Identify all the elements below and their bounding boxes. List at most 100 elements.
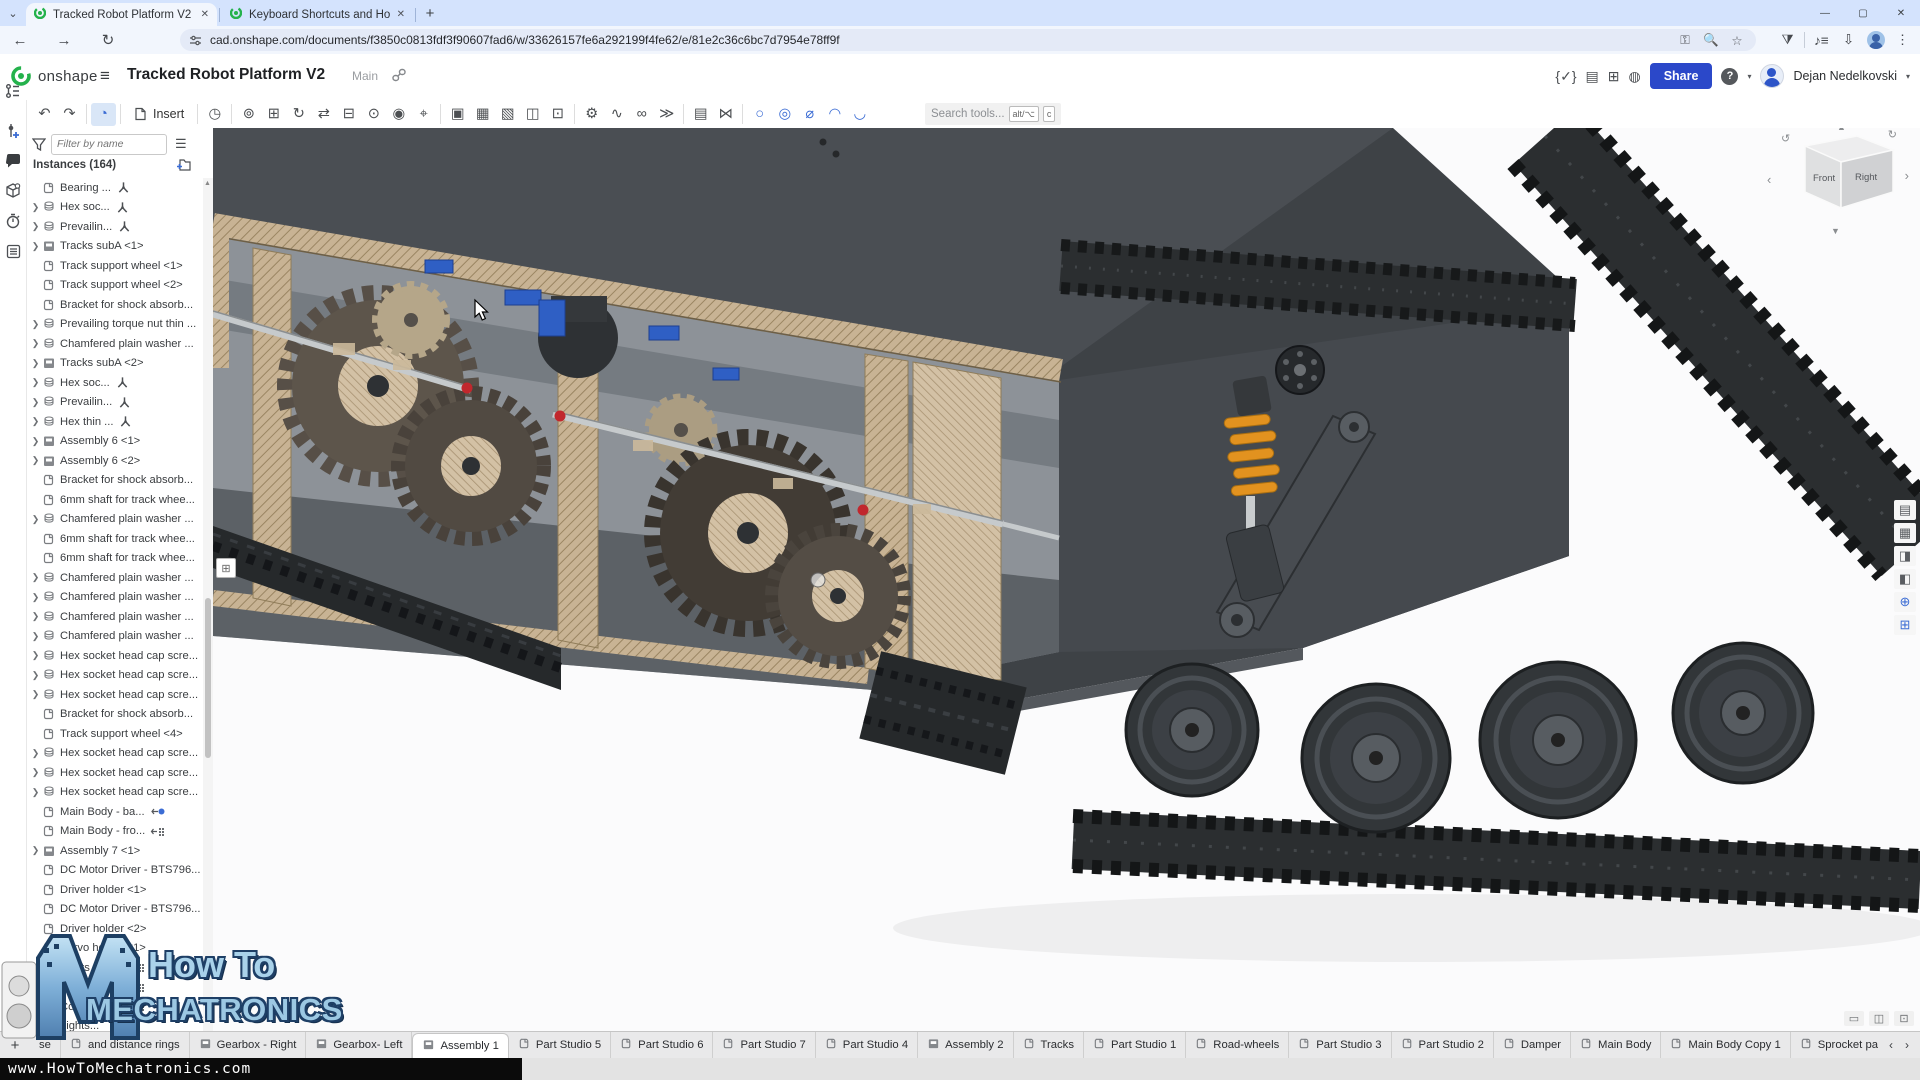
mirror-icon[interactable]: ▧ xyxy=(495,103,520,126)
extensions-icon[interactable]: ⧩ xyxy=(1774,28,1801,52)
instance-row[interactable]: ❯Hex socket head cap scre... xyxy=(27,646,203,666)
measure-icon[interactable]: ⌀ xyxy=(797,103,822,126)
pattern-icon[interactable]: ▦ xyxy=(470,103,495,126)
floating-tool-button[interactable]: ⊞ xyxy=(216,558,236,578)
tab-close-icon[interactable]: ✕ xyxy=(201,9,209,20)
expand-chevron-icon[interactable]: ❯ xyxy=(30,767,41,778)
element-tab[interactable]: Part Studio 7 xyxy=(713,1032,815,1058)
list-view-icon[interactable]: ☰ xyxy=(175,136,187,152)
rotate-view-tool-icon[interactable]: ◔ xyxy=(91,103,116,126)
element-tab[interactable]: Part Studio 1 xyxy=(1084,1032,1186,1058)
element-tab[interactable]: Tracks xyxy=(1014,1032,1084,1058)
element-tab[interactable]: Assembly 2 xyxy=(918,1032,1013,1058)
instance-row[interactable]: ❯Tracks subA <1> xyxy=(27,237,203,257)
help-caret-icon[interactable]: ▾ xyxy=(1747,72,1751,81)
element-tab[interactable]: Assembly 1 xyxy=(412,1033,508,1058)
instance-row[interactable]: 6mm shaft for track whee... xyxy=(27,529,203,549)
element-tab[interactable]: Sprocket parts xyxy=(1791,1032,1878,1058)
display-states-icon[interactable]: ◫ xyxy=(520,103,545,126)
back-button[interactable]: ← xyxy=(8,28,32,52)
instance-row[interactable]: ❯Chamfered plain washer ... xyxy=(27,627,203,647)
zoom-page-icon[interactable]: 🔍 xyxy=(1698,33,1724,48)
expand-chevron-icon[interactable]: ❯ xyxy=(30,689,41,700)
instance-row[interactable]: Main Body - ba... xyxy=(27,802,203,822)
notes-icon[interactable]: ▤ xyxy=(1586,68,1599,85)
instance-row[interactable]: ❯Hex socket head cap scre... xyxy=(27,685,203,705)
element-tab[interactable]: Part Studio 5 xyxy=(509,1032,611,1058)
filter-input[interactable] xyxy=(51,134,167,155)
revolute-mate-icon[interactable]: ↻ xyxy=(286,103,311,126)
instance-row[interactable]: Bracket for shock absorb... xyxy=(27,295,203,315)
instance-row[interactable]: ❯Prevailin... xyxy=(27,217,203,237)
expand-chevron-icon[interactable]: ❯ xyxy=(30,202,41,213)
element-tab[interactable]: se xyxy=(30,1032,61,1058)
mate-icon[interactable]: ⊚ xyxy=(236,103,261,126)
instance-row[interactable]: Bracket for shock absorb... xyxy=(27,471,203,491)
element-tab[interactable]: Gearbox - Right xyxy=(190,1032,307,1058)
gear-relation-icon[interactable]: ⚙ xyxy=(579,103,604,126)
browser-menu-icon[interactable]: ⋮ xyxy=(1889,28,1916,52)
featurescript-icon[interactable]: {✓} xyxy=(1555,68,1576,85)
parts-cube-icon[interactable] xyxy=(0,176,26,206)
exploded-view-icon[interactable]: ◎ xyxy=(772,103,797,126)
screw-relation-icon[interactable]: ∿ xyxy=(604,103,629,126)
assembly-tree-icon[interactable] xyxy=(0,76,26,106)
url-text[interactable]: cad.onshape.com/documents/f3850c0813fdf3… xyxy=(210,33,1672,47)
instances-panel-icon[interactable]: ▤ xyxy=(1894,500,1916,520)
instance-row[interactable]: DC Motor Driver - BTS796... xyxy=(27,861,203,881)
roll-ccw-icon[interactable]: ↺ xyxy=(1781,132,1790,145)
slider-mate-icon[interactable]: ⇄ xyxy=(311,103,336,126)
expand-chevron-icon[interactable]: ❯ xyxy=(30,748,41,759)
insert-instance-icon[interactable] xyxy=(176,158,191,176)
rotate-left-arrow-icon[interactable]: ‹ xyxy=(1767,172,1771,187)
instance-row[interactable]: ❯Assembly 6 <1> xyxy=(27,432,203,452)
instance-row[interactable]: ❯Chamfered plain washer ... xyxy=(27,607,203,627)
configurations-icon[interactable]: ◡ xyxy=(847,103,872,126)
bookmark-star-icon[interactable]: ☆ xyxy=(1724,33,1750,48)
panel-scrollbar[interactable]: ▲ xyxy=(203,178,213,1032)
insert-button[interactable]: Insert xyxy=(125,103,193,126)
tabs-next-icon[interactable]: › xyxy=(1900,1038,1914,1052)
expand-chevron-icon[interactable]: ❯ xyxy=(30,514,41,525)
browser-tab[interactable]: Tracked Robot Platform V2 | As✕ xyxy=(26,3,217,26)
share-link-icon[interactable] xyxy=(392,68,406,87)
instance-row[interactable]: ❯Prevailing torque nut thin ... xyxy=(27,315,203,335)
instance-row[interactable]: DC Motor Driver - BTS796... xyxy=(27,900,203,920)
user-caret-icon[interactable]: ▾ xyxy=(1906,72,1910,81)
fastened-mate-icon[interactable]: ⊞ xyxy=(261,103,286,126)
element-tab[interactable]: Part Studio 2 xyxy=(1392,1032,1494,1058)
document-menu-icon[interactable]: ≡ xyxy=(100,66,110,86)
bom-list-icon[interactable] xyxy=(0,236,26,266)
expand-chevron-icon[interactable]: ❯ xyxy=(30,221,41,232)
instance-row[interactable]: Driver holder <2> xyxy=(27,919,203,939)
app-store-icon[interactable]: ⊞ xyxy=(1608,68,1620,85)
password-key-icon[interactable]: ⚿ xyxy=(1672,33,1698,48)
instance-row[interactable]: ❯Hex soc... xyxy=(27,373,203,393)
history-icon[interactable]: ◷ xyxy=(202,103,227,126)
site-info-icon[interactable] xyxy=(180,34,210,47)
instance-row[interactable]: Servo holder <1> xyxy=(27,939,203,959)
expand-chevron-icon[interactable]: ❯ xyxy=(30,572,41,583)
expand-chevron-icon[interactable]: ❯ xyxy=(30,455,41,466)
element-tab[interactable]: Part Studio 6 xyxy=(611,1032,713,1058)
element-tab[interactable]: Main Body xyxy=(1571,1032,1661,1058)
expand-chevron-icon[interactable]: ❯ xyxy=(30,241,41,252)
instance-row[interactable]: ❯Chamfered plain washer ... xyxy=(27,510,203,530)
split-view-icon[interactable]: ◫ xyxy=(1869,1011,1889,1026)
media-controls-icon[interactable]: ♪≡ xyxy=(1808,28,1835,52)
history-stopwatch-icon[interactable] xyxy=(0,206,26,236)
learning-center-icon[interactable]: ◍ xyxy=(1628,68,1640,85)
expand-chevron-icon[interactable]: ❯ xyxy=(30,611,41,622)
instance-row[interactable]: ❯Hex socket head cap scre... xyxy=(27,666,203,686)
element-tab[interactable]: Part Studio 4 xyxy=(816,1032,918,1058)
element-tab[interactable]: Damper xyxy=(1494,1032,1571,1058)
element-tab[interactable]: and distance rings xyxy=(61,1032,190,1058)
add-element-button[interactable]: + xyxy=(0,1032,30,1058)
instance-row[interactable]: ❯Assembly 7 <1> xyxy=(27,841,203,861)
instance-row[interactable]: 6mm shaft for track whee... xyxy=(27,490,203,510)
instance-row[interactable]: ❯Hex soc... xyxy=(27,198,203,218)
viewport-3d[interactable]: Front Right ‹ › ▲ ↺ ↻ ▼ ▤▦◨◧⊕⊞ ⊞ ▭◫⊡ xyxy=(213,128,1920,1032)
roll-cw-icon[interactable]: ↻ xyxy=(1888,128,1897,141)
profile-avatar[interactable] xyxy=(1862,28,1889,52)
belt-relation-icon[interactable]: ∞ xyxy=(629,103,654,126)
